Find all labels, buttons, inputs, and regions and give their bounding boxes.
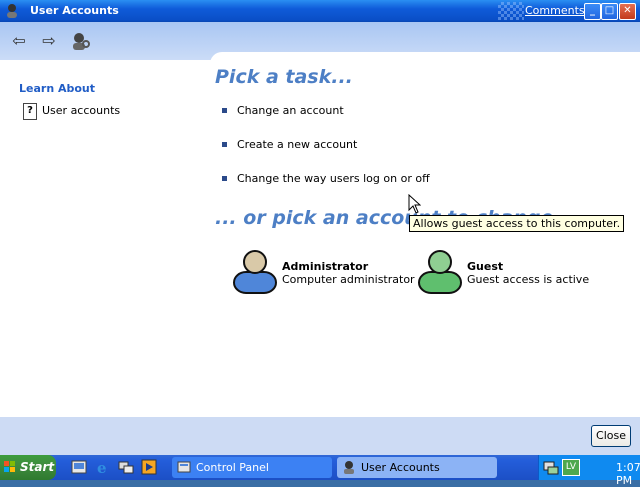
network-icon[interactable] (118, 459, 134, 475)
user-accounts-window: User Accounts Comments? _ □ ✕ ⇦ ⇨ Learn … (0, 0, 640, 455)
guest-tooltip: Allows guest access to this computer. (409, 215, 625, 232)
task-label[interactable]: Change the way users log on or off (237, 172, 430, 185)
taskbar: Start e Control Panel User Accounts LV 1… (0, 455, 640, 487)
learn-about-title: Learn About (19, 82, 96, 95)
main-content: Pick a task... Change an account Create … (210, 52, 640, 417)
account-administrator[interactable]: Administrator Computer administrator (232, 248, 415, 294)
close-window-button[interactable]: ✕ (619, 3, 636, 20)
back-arrow-icon[interactable]: ⇦ (8, 31, 30, 51)
svg-text:e: e (97, 459, 107, 475)
task-label[interactable]: Create a new account (237, 138, 357, 151)
maximize-button[interactable]: □ (601, 3, 618, 20)
bullet-icon (222, 107, 227, 113)
taskbar-item-label[interactable]: Control Panel (196, 461, 269, 474)
language-indicator[interactable]: LV (562, 459, 580, 476)
sidebar: Learn About ? User accounts (0, 60, 210, 417)
pick-task-heading: Pick a task... (215, 66, 353, 88)
user-accounts-icon (344, 461, 354, 474)
windows-logo-icon (4, 461, 15, 472)
window-title: User Accounts (30, 4, 119, 17)
task-change-account[interactable]: Change an account (222, 104, 344, 118)
taskbar-item-user-accounts[interactable]: User Accounts (337, 457, 497, 478)
account-description: Guest access is active (467, 273, 590, 286)
start-label[interactable]: Start (20, 460, 54, 474)
account-name[interactable]: Guest (467, 260, 503, 273)
bullet-icon (222, 141, 227, 147)
close-button[interactable]: Close (591, 425, 631, 447)
internet-explorer-icon[interactable]: e (95, 459, 111, 475)
title-decoration (498, 2, 524, 20)
account-name[interactable]: Administrator (282, 260, 368, 273)
media-player-icon[interactable] (141, 459, 157, 475)
user-accounts-home-icon[interactable] (69, 31, 91, 51)
clock[interactable]: 1:07 PM (616, 461, 640, 487)
comments-link[interactable]: Comments? (525, 4, 590, 17)
footer-bar: Close (0, 417, 640, 455)
show-desktop-icon[interactable] (71, 459, 87, 475)
taskbar-item-label[interactable]: User Accounts (361, 461, 440, 474)
title-bar: User Accounts Comments? _ □ ✕ (0, 0, 640, 22)
control-panel-icon (177, 461, 191, 473)
guest-avatar-icon (418, 250, 462, 294)
help-topic-icon: ? (23, 103, 37, 120)
task-create-account[interactable]: Create a new account (222, 138, 357, 152)
mouse-pointer-icon (408, 194, 421, 214)
bullet-icon (222, 175, 227, 181)
account-description: Computer administrator (282, 273, 415, 286)
taskbar-item-control-panel[interactable]: Control Panel (172, 457, 332, 478)
user-accounts-help-link[interactable]: User accounts (42, 104, 120, 117)
user-accounts-icon (7, 4, 17, 18)
forward-arrow-icon[interactable]: ⇨ (38, 31, 60, 51)
administrator-avatar-icon (233, 250, 277, 294)
minimize-button[interactable]: _ (584, 3, 601, 20)
network-status-icon[interactable] (543, 459, 559, 475)
account-guest[interactable]: Guest Guest access is active (417, 248, 590, 294)
task-label[interactable]: Change an account (237, 104, 344, 117)
task-change-logon[interactable]: Change the way users log on or off (222, 172, 430, 186)
start-button[interactable]: Start (0, 455, 56, 480)
